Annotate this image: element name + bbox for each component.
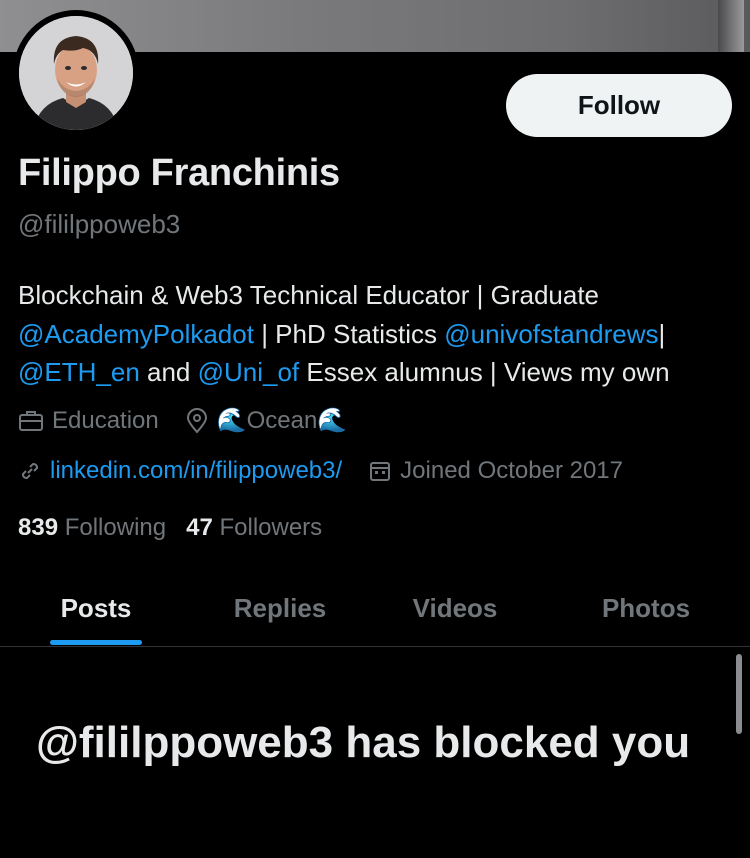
profile-tabs: Posts Replies Videos Photos: [0, 570, 750, 647]
banner-image-detail: [718, 0, 744, 52]
category-item: Education: [18, 407, 159, 435]
tab-videos[interactable]: Videos: [395, 570, 515, 646]
website-link[interactable]: linkedin.com/in/filippoweb3/: [50, 457, 342, 485]
mention-academy-polkadot[interactable]: @AcademyPolkadot: [18, 319, 254, 349]
active-tab-indicator: [50, 640, 142, 645]
mention-eth-en[interactable]: @ETH_en: [18, 357, 140, 387]
profile-stats: 839 Following 47 Followers: [18, 514, 342, 542]
calendar-icon: [370, 462, 391, 481]
location-label: 🌊Ocean🌊: [216, 407, 348, 434]
following-stat[interactable]: 839 Following: [18, 514, 166, 542]
followers-label: Followers: [219, 514, 323, 541]
tab-posts[interactable]: Posts: [40, 570, 152, 646]
tab-replies[interactable]: Replies: [215, 570, 345, 646]
link-icon: [21, 462, 39, 480]
mention-uni-of[interactable]: @Uni_of: [198, 357, 300, 387]
following-label: Following: [64, 514, 167, 541]
website-item[interactable]: linkedin.com/in/filippoweb3/: [18, 457, 342, 485]
bio-text: and: [139, 357, 198, 387]
mention-univofstandrews[interactable]: @univofstandrews: [444, 319, 658, 349]
profile-meta-row-2: linkedin.com/in/filippoweb3/ Joined Octo…: [18, 457, 649, 485]
tab-photos[interactable]: Photos: [585, 570, 707, 646]
profile-bio: Blockchain & Web3 Technical Educator | G…: [18, 276, 738, 392]
category-label: Education: [52, 406, 159, 434]
avatar-frame[interactable]: [13, 10, 139, 136]
blocked-message: @fililppoweb3 has blocked you: [36, 718, 691, 767]
bio-line-2: @AcademyPolkadot | PhD Statistics @univo…: [18, 315, 738, 354]
bio-line-1: Blockchain & Web3 Technical Educator | G…: [18, 280, 600, 310]
bio-line-3: @ETH_en and @Uni_of Essex alumnus | View…: [18, 353, 738, 392]
profile-meta-row-1: Education 🌊Ocean🌊: [18, 406, 373, 435]
followers-stat[interactable]: 47 Followers: [186, 514, 322, 542]
location-pin-icon: [186, 407, 207, 434]
scrollbar[interactable]: [736, 654, 742, 734]
profile-handle: @fililppoweb3: [18, 209, 181, 239]
joined-label: Joined October 2017: [400, 457, 623, 484]
avatar[interactable]: [19, 16, 133, 130]
bio-text: Essex alumnus | Views my own: [299, 357, 670, 387]
joined-item: Joined October 2017: [368, 457, 623, 485]
bio-text: | PhD Statistics: [253, 318, 445, 349]
follow-button[interactable]: Follow: [506, 74, 732, 137]
following-count: 839: [18, 514, 59, 541]
bio-text: |: [658, 318, 666, 349]
profile-name: Filippo Franchinis: [18, 152, 340, 194]
avatar-photo: [19, 16, 133, 130]
briefcase-icon: [19, 410, 43, 431]
followers-count: 47: [186, 514, 213, 541]
location-item: 🌊Ocean🌊: [185, 406, 347, 435]
